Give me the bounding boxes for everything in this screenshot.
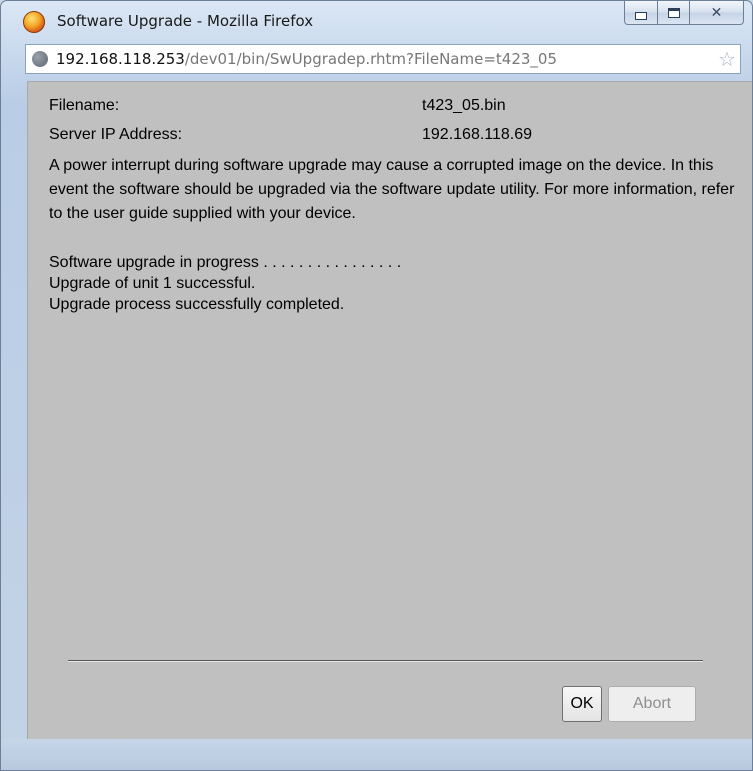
status-line: Software upgrade in progress . . . . . .… bbox=[49, 254, 402, 271]
filename-row: Filename: t423_05.bin bbox=[49, 97, 729, 119]
server-ip-label: Server IP Address: bbox=[49, 126, 183, 143]
separator-line bbox=[68, 660, 703, 662]
abort-button[interactable]: Abort bbox=[608, 686, 696, 722]
minimize-button[interactable] bbox=[624, 1, 658, 25]
title-bar[interactable]: Software Upgrade - Mozilla Firefox ✕ bbox=[1, 1, 752, 37]
status-log: Software upgrade in progress . . . . . .… bbox=[49, 252, 739, 315]
address-bar[interactable]: 192.168.118.253/dev01/bin/SwUpgradep.rht… bbox=[25, 44, 741, 74]
status-line: Upgrade of unit 1 successful. bbox=[49, 275, 256, 292]
minimize-icon bbox=[635, 11, 647, 20]
window-bottom-frame bbox=[1, 739, 752, 770]
popup-window: Software Upgrade - Mozilla Firefox ✕ 192… bbox=[0, 0, 753, 771]
url-host: 192.168.118.253 bbox=[56, 50, 185, 68]
window-title: Software Upgrade - Mozilla Firefox bbox=[57, 12, 314, 30]
upgrade-panel: Filename: t423_05.bin Server IP Address:… bbox=[27, 81, 752, 739]
maximize-button[interactable] bbox=[658, 1, 690, 25]
warning-text: A power interrupt during software upgrad… bbox=[49, 157, 735, 222]
url-text[interactable]: 192.168.118.253/dev01/bin/SwUpgradep.rht… bbox=[56, 50, 714, 68]
url-path: /dev01/bin/SwUpgradep.rhtm?FileName=t423… bbox=[184, 50, 557, 68]
ok-button[interactable]: OK bbox=[562, 686, 602, 722]
filename-label: Filename: bbox=[49, 97, 120, 114]
caption-buttons: ✕ bbox=[624, 1, 744, 25]
close-button[interactable]: ✕ bbox=[690, 1, 744, 25]
maximize-icon bbox=[667, 7, 680, 18]
filename-value: t423_05.bin bbox=[422, 97, 506, 114]
globe-icon[interactable] bbox=[32, 51, 48, 67]
star-icon[interactable]: ☆ bbox=[714, 47, 740, 71]
status-line: Upgrade process successfully completed. bbox=[49, 296, 345, 313]
firefox-icon bbox=[23, 11, 45, 33]
close-icon: ✕ bbox=[710, 4, 723, 21]
server-ip-row: Server IP Address: 192.168.118.69 bbox=[49, 126, 729, 148]
server-ip-value: 192.168.118.69 bbox=[422, 126, 533, 143]
